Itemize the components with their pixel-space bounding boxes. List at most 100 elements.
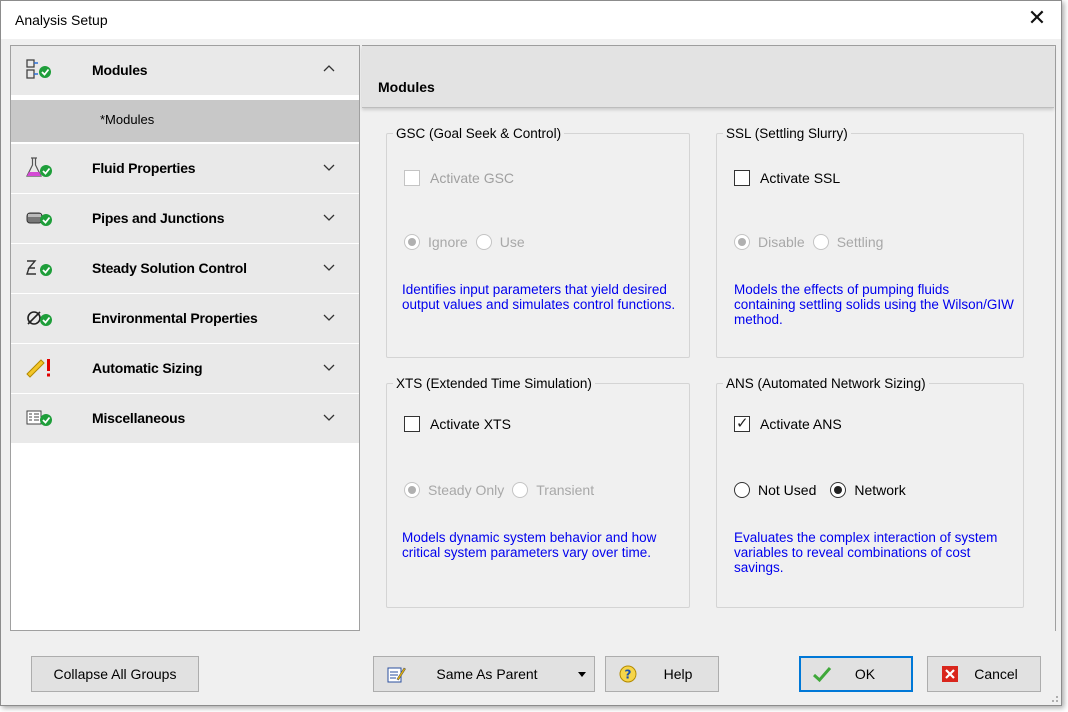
radio-circle bbox=[404, 234, 420, 250]
collapse-all-groups-button[interactable]: Collapse All Groups bbox=[31, 656, 199, 692]
gsc-ignore-radio[interactable]: Ignore bbox=[404, 234, 468, 250]
xts-description: Models dynamic system behavior and how c… bbox=[402, 530, 657, 560]
window-title: Analysis Setup bbox=[15, 12, 108, 28]
ssl-settling-radio[interactable]: Settling bbox=[812, 234, 884, 250]
panel-title: Modules bbox=[378, 79, 435, 95]
checkbox-box: ✓ bbox=[734, 414, 750, 432]
button-label: Collapse All Groups bbox=[53, 666, 177, 682]
cancel-button[interactable]: Cancel bbox=[927, 656, 1041, 692]
solution-control-icon bbox=[26, 260, 52, 276]
checkbox-box bbox=[734, 170, 750, 186]
radio-circle bbox=[512, 482, 529, 498]
ans-description: Evaluates the complex interaction of sys… bbox=[734, 530, 998, 575]
sidebar-group-label: Automatic Sizing bbox=[92, 360, 203, 376]
gsc-description: Identifies input parameters that yield d… bbox=[402, 282, 676, 312]
chevron-up-icon bbox=[323, 65, 335, 72]
ssl-disable-radio[interactable]: Disable bbox=[734, 234, 805, 250]
activate-ssl-checkbox[interactable]: Activate SSL bbox=[734, 170, 840, 186]
gsc-use-radio[interactable]: Use bbox=[475, 234, 525, 250]
pipe-icon bbox=[26, 212, 52, 226]
modules-panel: Modules GSC (Goal Seek & Control) Activa… bbox=[362, 45, 1056, 631]
radio-circle bbox=[830, 482, 847, 498]
ssl-legend: SSL (Settling Slurry) bbox=[726, 126, 848, 141]
sidebar-group-modules[interactable]: Modules bbox=[11, 46, 359, 96]
chevron-down-icon bbox=[323, 214, 335, 221]
chevron-down-icon bbox=[323, 264, 335, 271]
sidebar-group-label: Pipes and Junctions bbox=[92, 210, 225, 226]
checkbox-box bbox=[404, 170, 420, 186]
sidebar-group-automatic-sizing[interactable]: Automatic Sizing bbox=[11, 344, 359, 394]
help-icon: ? bbox=[619, 665, 637, 683]
sidebar-item-modules[interactable]: *Modules bbox=[11, 100, 359, 142]
activate-xts-checkbox[interactable]: Activate XTS bbox=[404, 416, 511, 432]
check-icon: ✓ bbox=[736, 414, 749, 432]
sidebar-group-environmental-properties[interactable]: Environmental Properties bbox=[11, 294, 359, 344]
activate-gsc-checkbox[interactable]: Activate GSC bbox=[404, 170, 514, 186]
button-label: Help bbox=[663, 666, 693, 682]
chevron-down-icon bbox=[323, 164, 335, 171]
dropdown-arrow-icon bbox=[578, 672, 586, 677]
misc-list-icon bbox=[26, 410, 52, 426]
sidebar-group-label: Miscellaneous bbox=[92, 410, 186, 426]
resize-grip-icon[interactable] bbox=[1047, 691, 1059, 703]
gsc-legend: GSC (Goal Seek & Control) bbox=[396, 126, 562, 141]
sidebar-group-miscellaneous[interactable]: Miscellaneous bbox=[11, 394, 359, 444]
ans-mode-radio-group: Not Used Network bbox=[734, 482, 914, 498]
checkbox-label: Activate SSL bbox=[760, 170, 841, 186]
flask-icon bbox=[26, 157, 52, 177]
sidebar-group-pipes-and-junctions[interactable]: Pipes and Junctions bbox=[11, 194, 359, 244]
checkbox-label: Activate XTS bbox=[430, 416, 511, 432]
xts-steady-only-radio[interactable]: Steady Only bbox=[404, 482, 504, 498]
same-as-parent-dropdown[interactable]: Same As Parent bbox=[373, 656, 595, 692]
radio-circle bbox=[475, 234, 492, 250]
radio-label: Use bbox=[499, 234, 525, 250]
sidebar-group-label: Modules bbox=[92, 62, 148, 78]
analysis-setup-dialog: Analysis Setup ✕ Modules *Modules Fluid … bbox=[0, 0, 1062, 706]
sidebar: Modules *Modules Fluid Properties Pipes … bbox=[10, 45, 360, 631]
close-button[interactable]: ✕ bbox=[1025, 8, 1049, 32]
chevron-down-icon bbox=[323, 314, 335, 321]
environment-icon bbox=[27, 311, 52, 326]
radio-circle bbox=[734, 234, 750, 250]
checkbox-label: Activate ANS bbox=[760, 416, 842, 432]
ans-network-radio[interactable]: Network bbox=[830, 482, 906, 498]
check-icon bbox=[812, 667, 832, 683]
radio-label: Network bbox=[854, 482, 906, 498]
sidebar-group-label: Fluid Properties bbox=[92, 160, 196, 176]
ruler-icon bbox=[26, 359, 50, 378]
sidebar-group-label: Environmental Properties bbox=[92, 310, 258, 326]
ssl-mode-radio-group: Disable Settling bbox=[734, 234, 891, 250]
cancel-icon bbox=[942, 666, 958, 682]
checkbox-label: Activate GSC bbox=[430, 170, 515, 186]
title-bar: Analysis Setup ✕ bbox=[1, 1, 1061, 39]
radio-label: Disable bbox=[758, 234, 805, 250]
ok-button[interactable]: OK bbox=[799, 656, 913, 692]
sidebar-group-label: Steady Solution Control bbox=[92, 260, 247, 276]
panel-header: Modules bbox=[362, 46, 1054, 108]
radio-label: Transient bbox=[536, 482, 595, 498]
help-button[interactable]: ? Help bbox=[605, 656, 719, 692]
button-label: Same As Parent bbox=[436, 666, 538, 682]
radio-circle bbox=[812, 234, 829, 250]
radio-label: Ignore bbox=[428, 234, 468, 250]
ans-legend: ANS (Automated Network Sizing) bbox=[726, 376, 926, 391]
sidebar-group-fluid-properties[interactable]: Fluid Properties bbox=[11, 144, 359, 194]
activate-ans-checkbox[interactable]: ✓ Activate ANS bbox=[734, 414, 842, 432]
checkbox-box bbox=[404, 416, 420, 432]
button-label: OK bbox=[854, 666, 876, 682]
chevron-down-icon bbox=[323, 364, 335, 371]
radio-label: Steady Only bbox=[428, 482, 505, 498]
edit-notes-icon bbox=[387, 667, 406, 683]
radio-circle bbox=[404, 482, 420, 498]
button-label: Cancel bbox=[974, 666, 1018, 682]
xts-legend: XTS (Extended Time Simulation) bbox=[396, 376, 592, 391]
sidebar-item-label: *Modules bbox=[100, 112, 155, 127]
radio-circle bbox=[734, 482, 750, 498]
ans-not-used-radio[interactable]: Not Used bbox=[734, 482, 816, 498]
xts-transient-radio[interactable]: Transient bbox=[512, 482, 594, 498]
ssl-description: Models the effects of pumping fluids con… bbox=[734, 282, 1014, 327]
svg-text:?: ? bbox=[625, 668, 632, 682]
modules-icon bbox=[26, 59, 51, 79]
radio-label: Settling bbox=[836, 234, 884, 250]
sidebar-group-steady-solution-control[interactable]: Steady Solution Control bbox=[11, 244, 359, 294]
